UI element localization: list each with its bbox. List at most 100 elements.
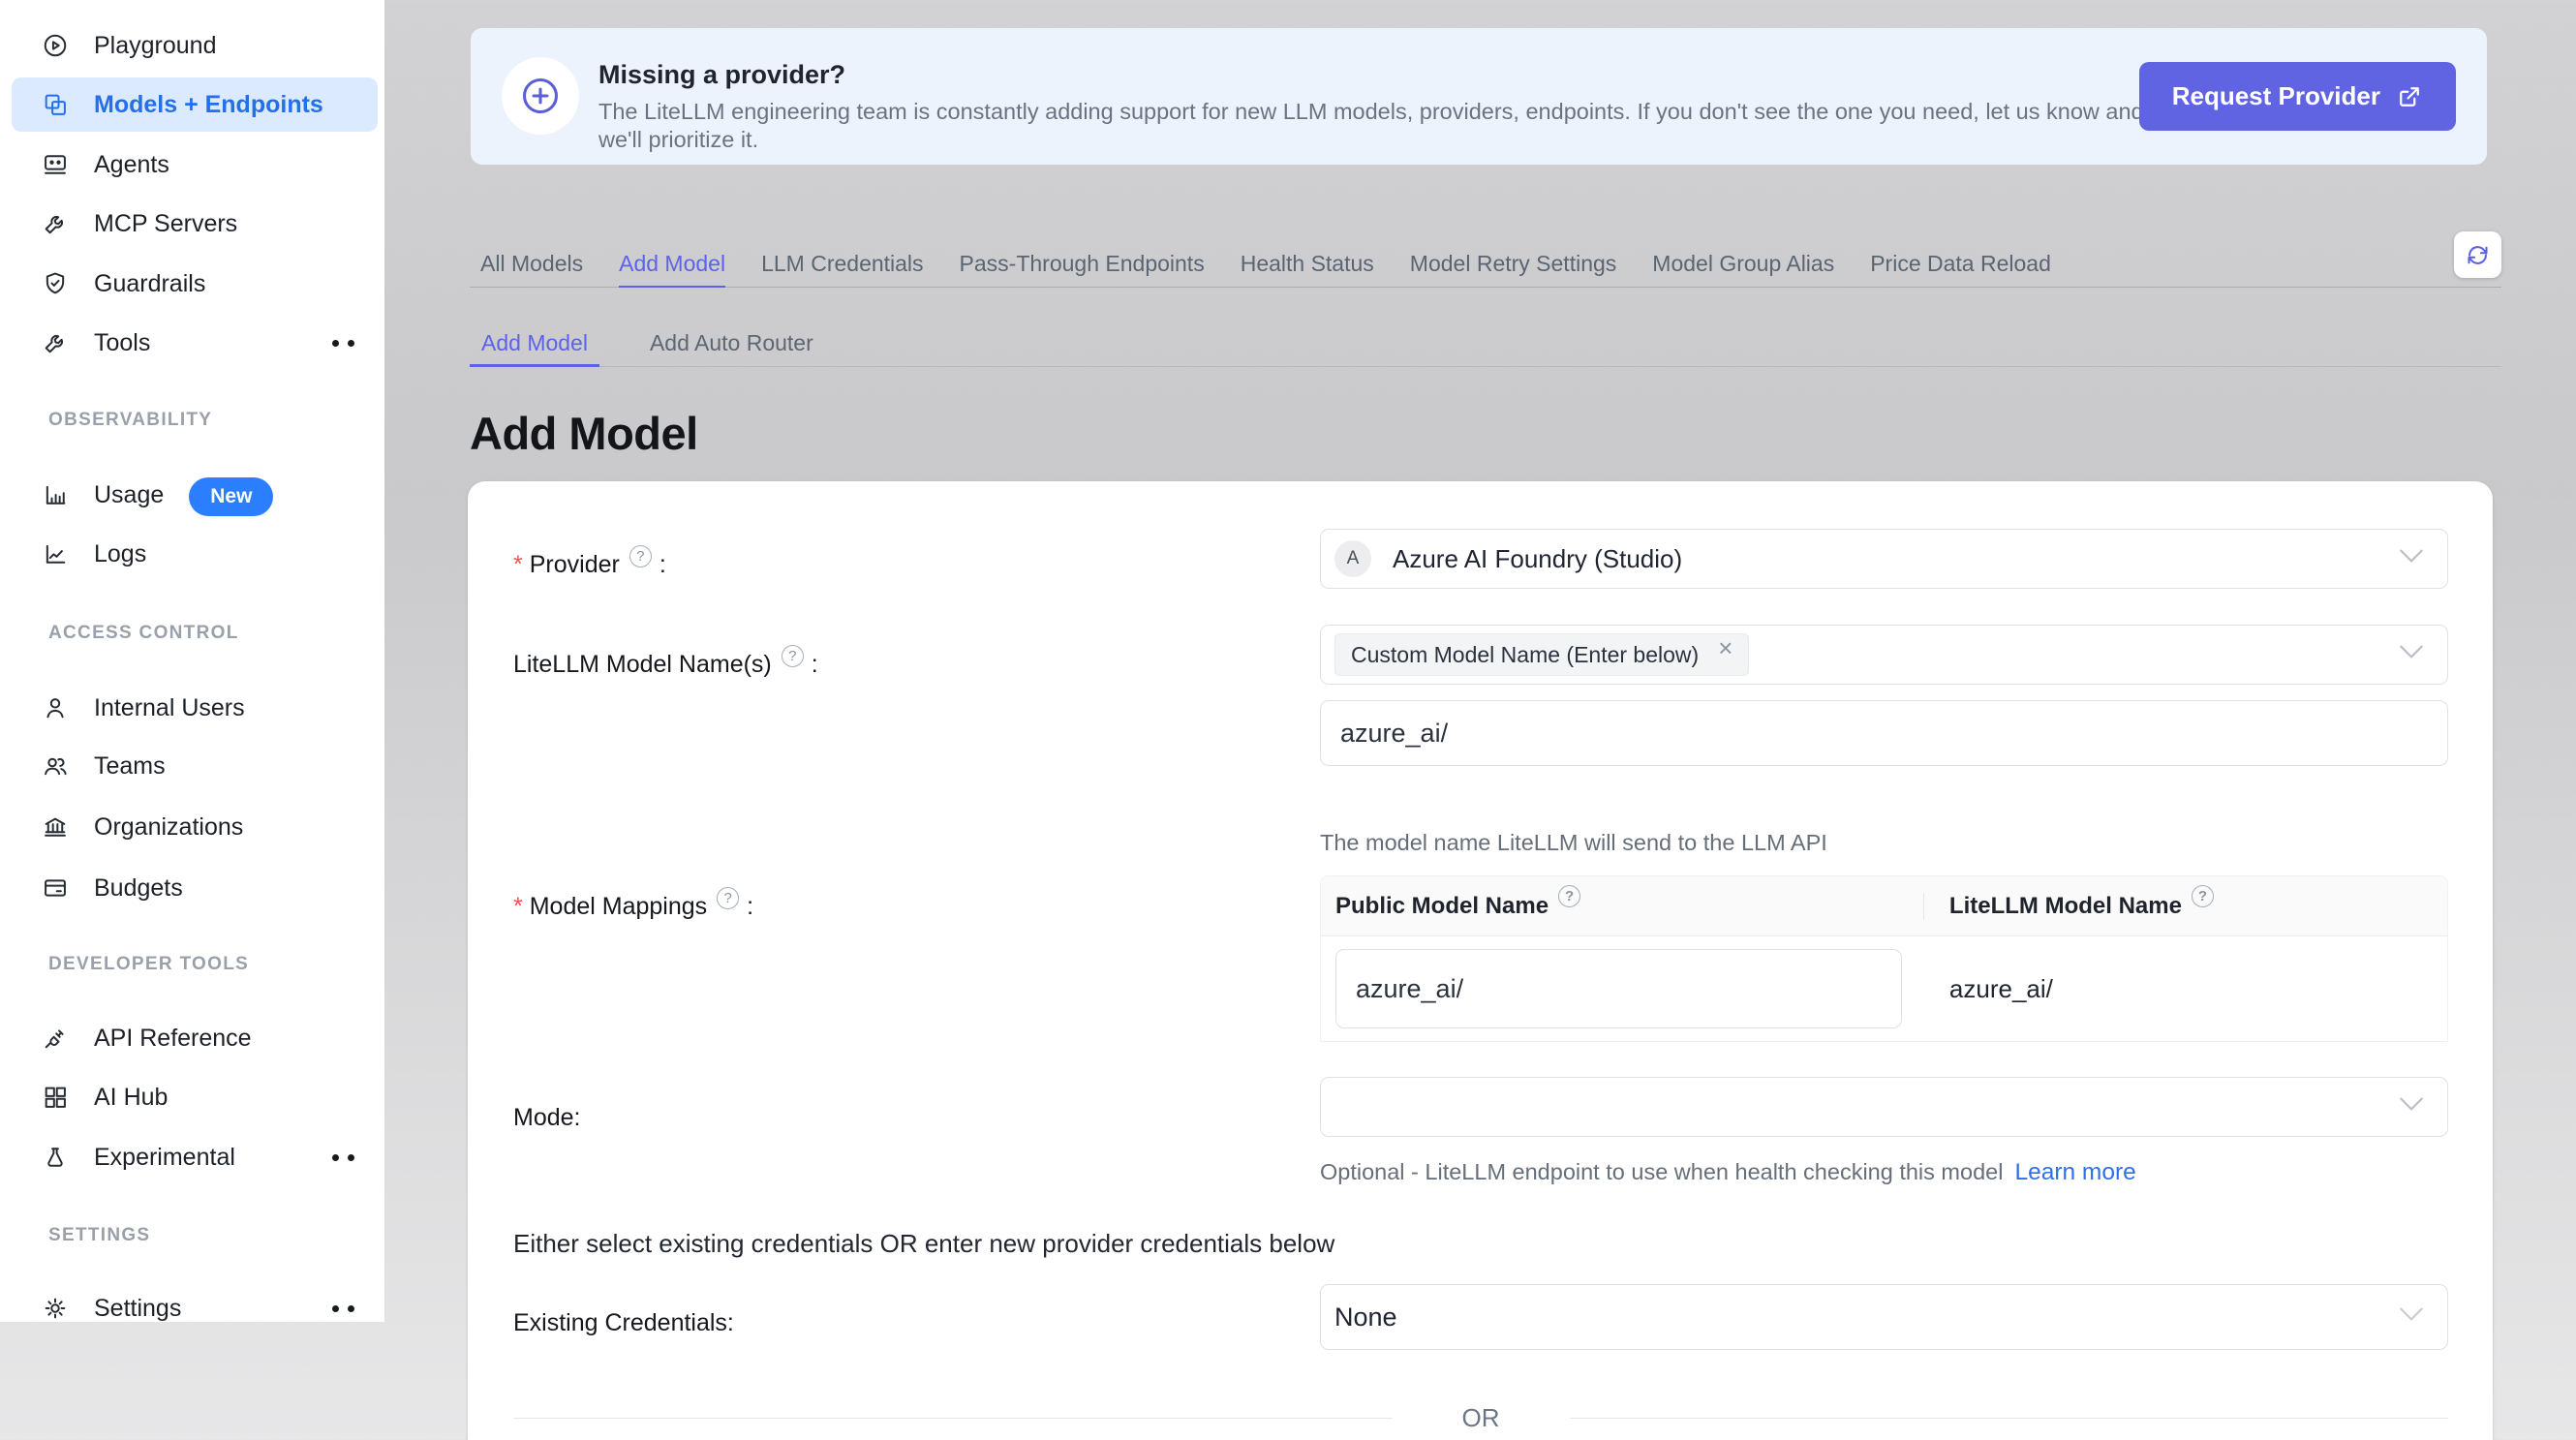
sidebar-item-teams[interactable]: Teams: [12, 739, 378, 793]
provider-select[interactable]: A Azure AI Foundry (Studio): [1320, 529, 2448, 589]
sidebar-item-label: Internal Users: [94, 694, 245, 722]
page-title: Add Model: [470, 407, 698, 460]
sidebar-item-experimental[interactable]: Experimental: [12, 1130, 378, 1184]
sidebar-item-playground[interactable]: Playground: [12, 18, 378, 73]
tab-health-status[interactable]: Health Status: [1241, 242, 1374, 288]
model-mappings-label: * Model Mappings ? :: [513, 893, 753, 921]
tools-icon: [42, 329, 69, 356]
sidebar-item-guardrails[interactable]: Guardrails: [12, 257, 378, 311]
custom-model-name-input[interactable]: [1320, 700, 2448, 766]
existing-credentials-select[interactable]: None: [1320, 1284, 2448, 1350]
tab-all-models[interactable]: All Models: [480, 242, 583, 288]
help-icon[interactable]: ?: [1558, 885, 1580, 907]
banner-body: The LiteLLM engineering team is constant…: [598, 98, 2172, 154]
request-provider-button[interactable]: Request Provider: [2139, 62, 2456, 131]
sidebar-item-models-endpoints[interactable]: Models + Endpoints: [12, 77, 378, 132]
sidebar-item-label: Agents: [94, 151, 169, 179]
table-header: Public Model Name ? LiteLLM Model Name ?: [1321, 876, 2447, 936]
item-menu-dots[interactable]: [332, 340, 354, 347]
divider-line: [1570, 1418, 2449, 1419]
sidebar-item-internal-users[interactable]: Internal Users: [12, 681, 378, 735]
chevron-down-icon: [2399, 1097, 2424, 1117]
tab-pass-through-endpoints[interactable]: Pass-Through Endpoints: [960, 242, 1205, 288]
sidebar-item-label: Organizations: [94, 813, 243, 842]
tab-model-group-alias[interactable]: Model Group Alias: [1652, 242, 1834, 288]
line-chart-icon: [42, 540, 69, 567]
chevron-down-icon: [2399, 1307, 2424, 1327]
sidebar: Playground Models + Endpoints Agents MCP…: [0, 0, 384, 1322]
required-mark: *: [513, 893, 523, 921]
banner-title: Missing a provider?: [598, 60, 845, 90]
provider-label: * Provider ? :: [513, 551, 666, 579]
external-link-icon: [2396, 83, 2423, 110]
help-icon[interactable]: ?: [782, 645, 804, 667]
column-divider: [1923, 893, 1924, 920]
tab-add-model[interactable]: Add Model: [619, 242, 725, 288]
required-mark: *: [513, 551, 523, 579]
sidebar-section-access-control: ACCESS CONTROL: [48, 623, 239, 644]
or-label: OR: [1462, 1403, 1500, 1433]
tab-price-data-reload[interactable]: Price Data Reload: [1870, 242, 2051, 288]
credentials-note: Either select existing credentials OR en…: [513, 1229, 1334, 1259]
sidebar-item-label: Usage: [94, 481, 164, 509]
help-icon[interactable]: ?: [717, 887, 739, 909]
credit-card-icon: [42, 874, 69, 902]
item-menu-dots[interactable]: [332, 1305, 354, 1312]
plug-icon: [42, 1025, 69, 1052]
model-name-tag: Custom Model Name (Enter below) ×: [1334, 633, 1749, 676]
existing-credentials-value: None: [1334, 1302, 1397, 1333]
mode-select[interactable]: [1320, 1077, 2448, 1137]
item-menu-dots[interactable]: [332, 1154, 354, 1161]
sidebar-item-mcp-servers[interactable]: MCP Servers: [12, 197, 378, 251]
grid-icon: [42, 1084, 69, 1111]
column-litellm-model-name: LiteLLM Model Name ?: [1922, 876, 2447, 935]
sidebar-section-developer-tools: DEVELOPER TOOLS: [48, 954, 249, 975]
bar-chart-icon: [42, 481, 69, 508]
model-names-multiselect[interactable]: Custom Model Name (Enter below) ×: [1320, 625, 2448, 685]
subtab-add-auto-router[interactable]: Add Auto Router: [638, 322, 825, 367]
shield-check-icon: [42, 270, 69, 297]
sidebar-item-label: Budgets: [94, 874, 183, 903]
sidebar-item-label: Teams: [94, 752, 166, 781]
sidebar-item-tools[interactable]: Tools: [12, 316, 378, 370]
sidebar-item-label: Logs: [94, 540, 146, 568]
refresh-button[interactable]: [2454, 231, 2501, 278]
mode-help-text: Optional - LiteLLM endpoint to use when …: [1320, 1159, 2136, 1186]
sidebar-item-api-reference[interactable]: API Reference: [12, 1011, 378, 1065]
sidebar-item-label: AI Hub: [94, 1084, 168, 1112]
tab-model-retry-settings[interactable]: Model Retry Settings: [1410, 242, 1616, 288]
chevron-down-icon: [2399, 549, 2424, 568]
sidebar-item-budgets[interactable]: Budgets: [12, 861, 378, 915]
sidebar-item-label: Tools: [94, 329, 150, 357]
sidebar-item-ai-hub[interactable]: AI Hub: [12, 1070, 378, 1124]
learn-more-link[interactable]: Learn more: [2014, 1159, 2135, 1185]
sidebar-item-organizations[interactable]: Organizations: [12, 800, 378, 854]
model-names-label: LiteLLM Model Name(s) ? :: [513, 651, 818, 679]
tab-llm-credentials[interactable]: LLM Credentials: [761, 242, 923, 288]
chevron-down-icon: [2399, 645, 2424, 664]
missing-provider-banner: Missing a provider? The LiteLLM engineer…: [471, 28, 2487, 165]
request-provider-label: Request Provider: [2172, 81, 2380, 111]
litellm-model-name-value: azure_ai/: [1922, 974, 2447, 1004]
public-model-name-input[interactable]: [1335, 949, 1902, 1028]
help-icon[interactable]: ?: [629, 545, 652, 567]
sidebar-item-agents[interactable]: Agents: [12, 138, 378, 192]
sidebar-item-label: API Reference: [94, 1025, 252, 1053]
subtab-add-model[interactable]: Add Model: [470, 322, 599, 367]
existing-credentials-label: Existing Credentials:: [513, 1309, 734, 1337]
sidebar-item-settings[interactable]: Settings: [12, 1281, 378, 1335]
sidebar-item-label: Guardrails: [94, 270, 205, 298]
sidebar-item-usage[interactable]: Usage New: [12, 468, 378, 522]
model-tabs: All Models Add Model LLM Credentials Pas…: [470, 242, 2501, 288]
flask-icon: [42, 1144, 69, 1171]
models-icon: [42, 91, 69, 118]
provider-avatar: A: [1334, 540, 1371, 577]
sidebar-item-label: MCP Servers: [94, 210, 237, 238]
gear-icon: [42, 1295, 69, 1322]
help-icon[interactable]: ?: [2192, 885, 2214, 907]
sidebar-item-logs[interactable]: Logs: [12, 527, 378, 581]
sidebar-item-label: Experimental: [94, 1144, 235, 1172]
bank-icon: [42, 813, 69, 841]
tag-close-icon[interactable]: ×: [1718, 633, 1733, 663]
divider-line: [513, 1418, 1393, 1419]
